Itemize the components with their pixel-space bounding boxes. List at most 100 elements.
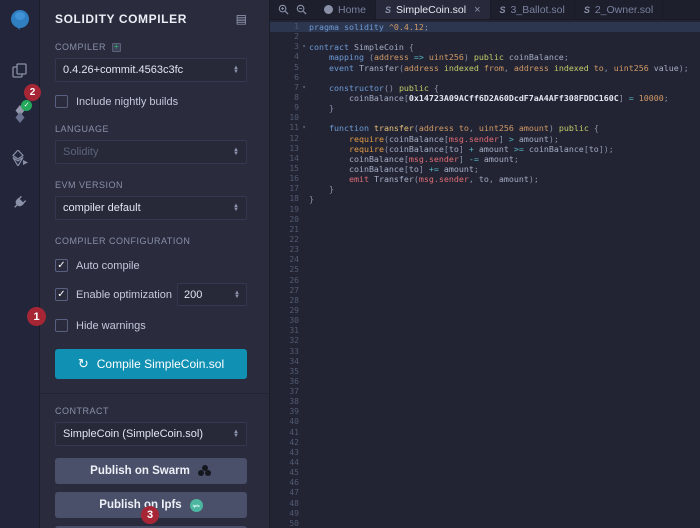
code-text (309, 519, 700, 528)
code-line[interactable]: 34 (270, 357, 700, 367)
code-line[interactable]: 21 (270, 225, 700, 235)
tab-simplecoin[interactable]: S SimpleCoin.sol × (376, 0, 490, 19)
code-line[interactable]: 45 (270, 468, 700, 478)
code-line[interactable]: 42 (270, 438, 700, 448)
code-line[interactable]: 48 (270, 499, 700, 509)
close-icon[interactable]: × (474, 4, 480, 16)
line-number: 26 (270, 276, 299, 286)
tab-owner[interactable]: S 2_Owner.sol (575, 0, 663, 19)
code-line[interactable]: 4 mapping (address => uint256) public co… (270, 52, 700, 62)
code-line[interactable]: 36 (270, 377, 700, 387)
code-line[interactable]: 29 (270, 306, 700, 316)
line-number: 44 (270, 458, 299, 468)
evm-version-select[interactable]: compiler default ▲▼ (55, 196, 247, 220)
language-value: Solidity (63, 146, 98, 158)
code-line[interactable]: 2 (270, 32, 700, 42)
fold-arrow-icon[interactable]: ▾ (299, 42, 309, 52)
code-line[interactable]: 27 (270, 286, 700, 296)
code-line[interactable]: 26 (270, 276, 700, 286)
tab-home[interactable]: Home (315, 0, 376, 19)
file-explorer-icon[interactable] (7, 57, 33, 83)
code-line[interactable]: 23 (270, 245, 700, 255)
code-line[interactable]: 32 (270, 336, 700, 346)
line-number: 48 (270, 499, 299, 509)
code-line[interactable]: 5 event Transfer(address indexed from, a… (270, 63, 700, 73)
code-line[interactable]: 50 (270, 519, 700, 528)
fold-arrow-icon[interactable]: ▾ (299, 123, 309, 133)
code-text (309, 276, 700, 286)
code-line[interactable]: 10 (270, 113, 700, 123)
code-line[interactable]: 13 require(coinBalance[to] + amount >= c… (270, 144, 700, 154)
code-line[interactable]: 1pragma solidity ^0.4.12; (270, 22, 700, 32)
zoom-in-icon[interactable] (278, 4, 289, 15)
code-line[interactable]: 46 (270, 478, 700, 488)
code-line[interactable]: 3▾contract SimpleCoin { (270, 42, 700, 52)
line-number: 28 (270, 296, 299, 306)
code-line[interactable]: 35 (270, 367, 700, 377)
compile-button[interactable]: ↻ Compile SimpleCoin.sol (55, 349, 247, 379)
code-line[interactable]: 11▾ function transfer(address to, uint25… (270, 123, 700, 133)
code-line[interactable]: 20 (270, 215, 700, 225)
code-line[interactable]: 25 (270, 265, 700, 275)
nightly-builds-row[interactable]: Include nightly builds (55, 95, 247, 108)
code-line[interactable]: 7▾ constructor() public { (270, 83, 700, 93)
code-text: contract SimpleCoin { (309, 42, 700, 52)
tab-ballot[interactable]: S 3_Ballot.sol (491, 0, 575, 19)
code-line[interactable]: 47 (270, 488, 700, 498)
code-text (309, 458, 700, 468)
optimization-runs-input[interactable]: 200 ▲▼ (177, 283, 247, 306)
optimization-checkbox[interactable]: ✓ (55, 288, 68, 301)
remix-ide-window: 1 2 3 ✓ SOLIDITY COMPILER ▤ COMPILER + 0… (0, 0, 700, 528)
code-line[interactable]: 49 (270, 509, 700, 519)
language-select[interactable]: Solidity ▲▼ (55, 140, 247, 164)
code-line[interactable]: 38 (270, 397, 700, 407)
code-line[interactable]: 24 (270, 255, 700, 265)
plugin-manager-icon[interactable] (7, 189, 33, 215)
code-text: require(coinBalance[msg.sender] > amount… (309, 134, 700, 144)
remix-logo-icon[interactable] (7, 7, 33, 33)
code-lines[interactable]: 1pragma solidity ^0.4.12;23▾contract Sim… (270, 20, 700, 528)
auto-compile-row[interactable]: ✓ Auto compile (55, 259, 247, 272)
code-line[interactable]: 18} (270, 194, 700, 204)
code-line[interactable]: 30 (270, 316, 700, 326)
code-line[interactable]: 9 } (270, 103, 700, 113)
code-line[interactable]: 12 require(coinBalance[msg.sender] > amo… (270, 134, 700, 144)
fold-arrow-icon[interactable]: ▾ (299, 83, 309, 93)
compiler-version-select[interactable]: 0.4.26+commit.4563c3fc ▲▼ (55, 58, 247, 82)
code-line[interactable]: 22 (270, 235, 700, 245)
code-line[interactable]: 6 (270, 73, 700, 83)
code-line[interactable]: 15 coinBalance[to] += amount; (270, 164, 700, 174)
fold-gutter (299, 63, 309, 73)
code-line[interactable]: 33 (270, 347, 700, 357)
code-line[interactable]: 8 coinBalance[0x14723A09ACff6D2A60DcdF7a… (270, 93, 700, 103)
code-line[interactable]: 41 (270, 428, 700, 438)
nightly-checkbox[interactable] (55, 95, 68, 108)
code-line[interactable]: 40 (270, 417, 700, 427)
code-line[interactable]: 19 (270, 205, 700, 215)
line-number: 41 (270, 428, 299, 438)
auto-compile-checkbox[interactable]: ✓ (55, 259, 68, 272)
icon-panel (0, 0, 40, 528)
hide-warnings-row[interactable]: Hide warnings (55, 319, 247, 332)
hide-warnings-checkbox[interactable] (55, 319, 68, 332)
code-line[interactable]: 31 (270, 326, 700, 336)
docs-icon[interactable]: ▤ (236, 12, 247, 26)
line-number: 20 (270, 215, 299, 225)
contract-select[interactable]: SimpleCoin (SimpleCoin.sol) ▲▼ (55, 422, 247, 446)
code-line[interactable]: 16 emit Transfer(msg.sender, to, amount)… (270, 174, 700, 184)
line-number: 30 (270, 316, 299, 326)
publish-swarm-button[interactable]: Publish on Swarm (55, 458, 247, 484)
code-line[interactable]: 28 (270, 296, 700, 306)
code-line[interactable]: 44 (270, 458, 700, 468)
code-text (309, 428, 700, 438)
code-text (309, 387, 700, 397)
compiler-info-icon[interactable]: + (112, 43, 121, 52)
deploy-run-icon[interactable] (7, 145, 33, 171)
line-number: 32 (270, 336, 299, 346)
code-line[interactable]: 43 (270, 448, 700, 458)
code-line[interactable]: 14 coinBalance[msg.sender] -= amount; (270, 154, 700, 164)
code-line[interactable]: 17 } (270, 184, 700, 194)
code-line[interactable]: 39 (270, 407, 700, 417)
code-line[interactable]: 37 (270, 387, 700, 397)
zoom-out-icon[interactable] (296, 4, 307, 15)
